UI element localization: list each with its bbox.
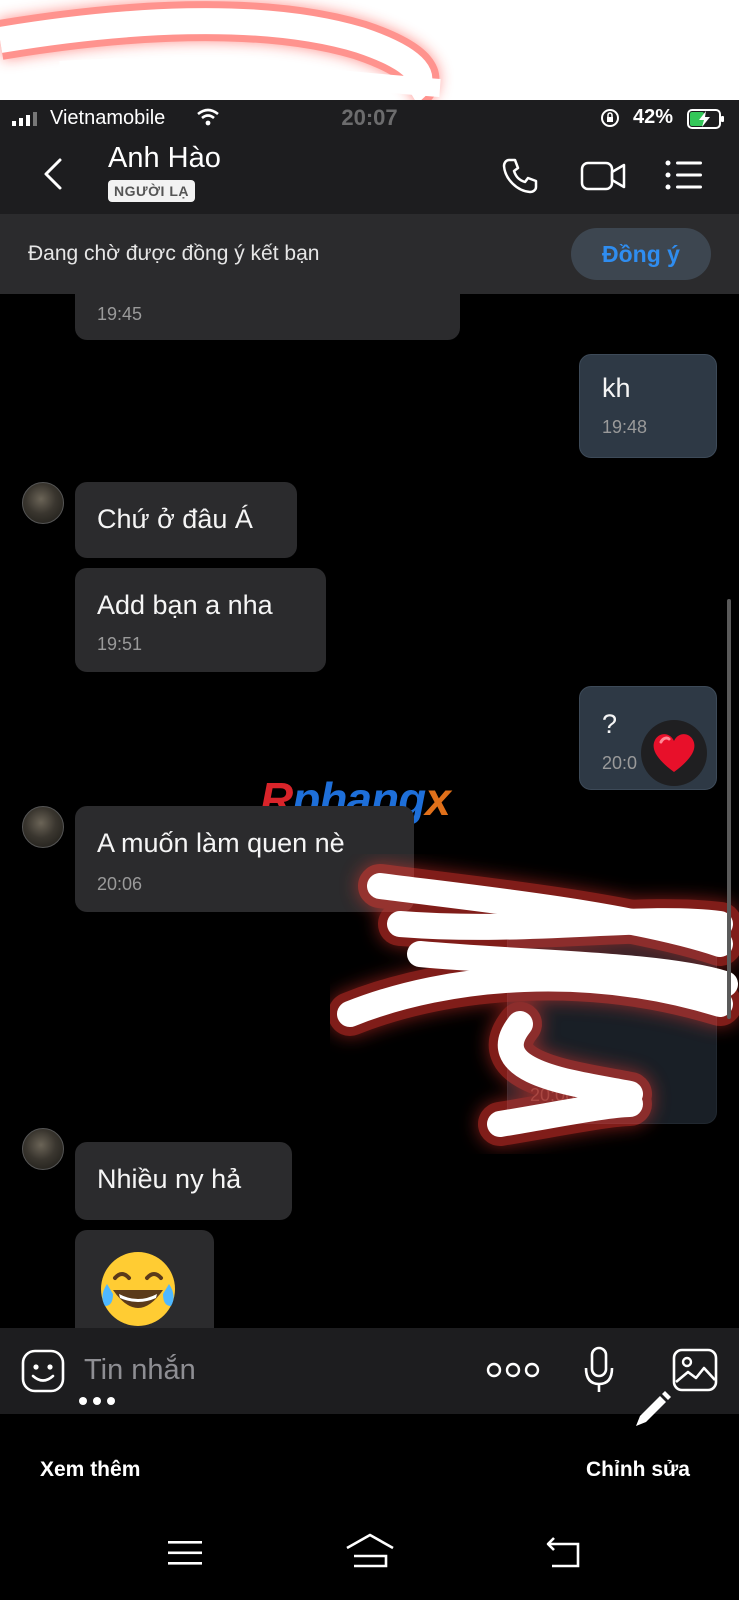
edit-button[interactable]: Chỉnh sửa (586, 1458, 690, 1482)
message-time: 19:51 (97, 634, 143, 654)
message-bubble[interactable]: kh 19:48 (579, 354, 717, 458)
selection-toolbar: Xem thêm Chỉnh sửa (0, 1391, 739, 1508)
sticker-icon[interactable] (20, 1348, 66, 1394)
message-text: Nhiều ny hả (97, 1164, 242, 1194)
menu-list-icon[interactable] (664, 158, 704, 192)
message-bubble[interactable]: 19:45 (75, 294, 460, 340)
message-time: 20:0 (602, 753, 638, 773)
ellipsis-icon[interactable] (78, 1396, 116, 1406)
scrollbar[interactable] (727, 599, 731, 1019)
pending-request-text: Đang chờ được đồng ý kết bạn (28, 242, 320, 265)
message-bubble[interactable]: Chứ ở đâu Á (75, 482, 297, 558)
watermark-part: x (425, 773, 451, 825)
message-text: A muốn làm quen nè (97, 828, 345, 858)
message-text: Chứ ở đâu Á (97, 504, 253, 534)
accept-friend-button[interactable]: Đồng ý (571, 228, 711, 280)
contact-name[interactable]: Anh Hào (108, 142, 221, 175)
avatar[interactable] (22, 482, 64, 524)
back-arrow-icon[interactable] (36, 154, 70, 194)
pencil-edit-icon[interactable] (630, 1388, 674, 1432)
clock: 20:07 (341, 105, 398, 130)
message-list[interactable]: 19:45 kh 19:48 Chứ ở đâu Á Add bạn a nha… (0, 294, 739, 1328)
system-nav-bar (0, 1508, 739, 1600)
laughing-tears-emoji-icon (101, 1252, 175, 1326)
see-more-button[interactable]: Xem thêm (40, 1458, 140, 1482)
friend-request-banner: Đang chờ được đồng ý kết bạn Đồng ý (0, 214, 739, 294)
message-bubble[interactable]: Nhiều ny hả (75, 1142, 292, 1220)
nav-back-icon[interactable] (544, 1536, 584, 1570)
stranger-badge: NGƯỜI LẠ (108, 180, 195, 202)
redaction-scribble-top (0, 0, 739, 100)
heart-icon (653, 734, 695, 772)
redaction-scribble (330, 864, 739, 1146)
message-time: 19:48 (602, 417, 648, 437)
phone-call-icon[interactable] (500, 156, 540, 196)
recent-apps-icon[interactable] (166, 1538, 204, 1568)
avatar[interactable] (22, 806, 64, 848)
message-time: 19:45 (97, 304, 143, 324)
status-bar: Vietnamobile 20:07 42% (0, 100, 739, 136)
heart-reaction[interactable] (641, 720, 707, 786)
message-time: 20:06 (97, 874, 143, 894)
avatar[interactable] (22, 1128, 64, 1170)
image-gallery-icon[interactable] (672, 1348, 718, 1392)
message-bubble[interactable]: Add bạn a nha 19:51 (75, 568, 326, 672)
rotation-lock-icon (601, 109, 619, 127)
microphone-icon[interactable] (582, 1346, 616, 1394)
chat-header: Anh Hào NGƯỜI LẠ (0, 136, 739, 214)
more-dots-icon[interactable] (486, 1358, 540, 1382)
message-text: kh (602, 373, 631, 403)
battery-charging-icon (687, 109, 724, 129)
video-call-icon[interactable] (580, 158, 626, 194)
battery-percent: 42% (633, 106, 674, 128)
message-text: ? (602, 709, 618, 739)
home-icon[interactable] (344, 1532, 396, 1572)
emoji-message-bubble[interactable] (75, 1230, 214, 1328)
message-text: Add bạn a nha (97, 590, 273, 620)
message-input[interactable] (84, 1350, 464, 1390)
